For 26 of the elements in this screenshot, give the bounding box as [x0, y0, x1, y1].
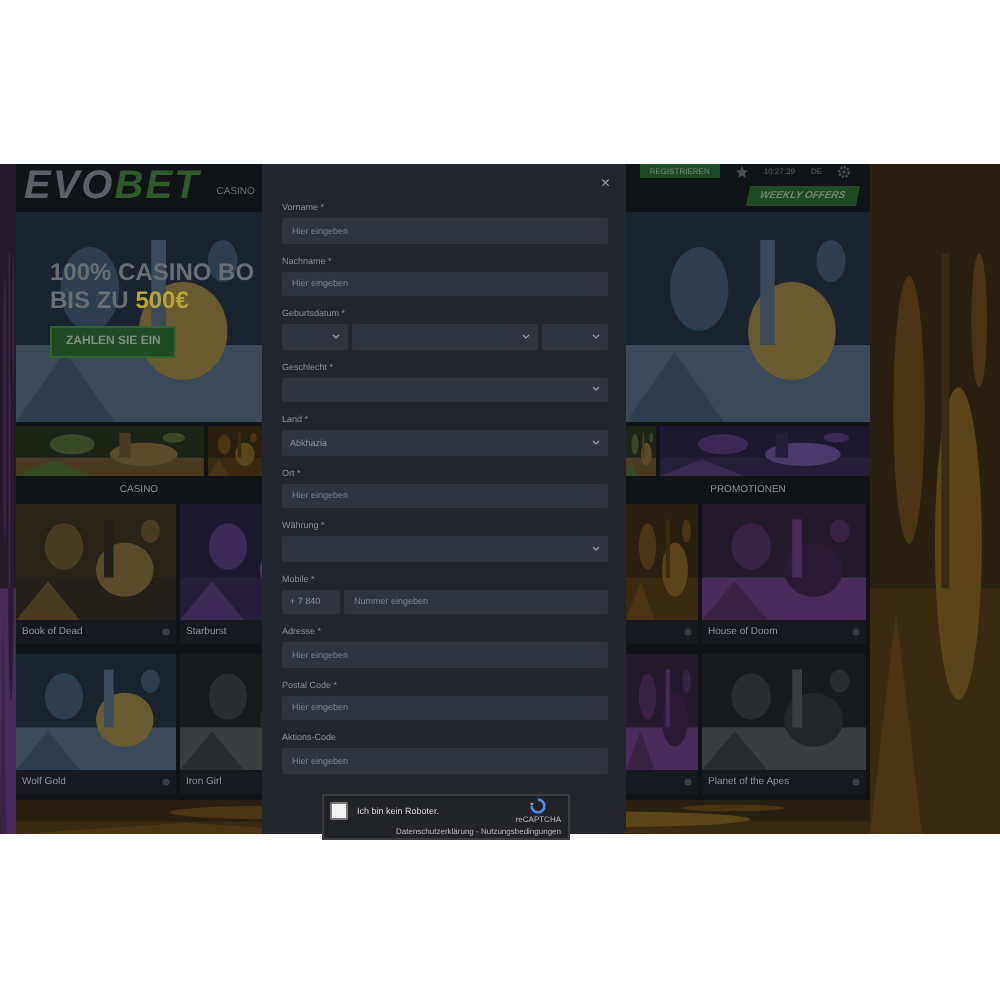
settings-icon[interactable]	[838, 165, 850, 177]
chevron-down-icon	[522, 333, 531, 340]
info-icon[interactable]	[852, 628, 860, 636]
info-icon[interactable]	[684, 778, 692, 786]
chevron-down-icon	[592, 333, 600, 340]
chevron-down-icon	[592, 545, 600, 552]
month-select[interactable]	[351, 324, 539, 349]
game-title-bar[interactable]	[626, 770, 698, 794]
star-icon[interactable]	[735, 165, 748, 177]
info-icon[interactable]	[852, 778, 860, 786]
banner-headline: 100% CASINO BO	[50, 260, 255, 286]
chevron-down-icon	[592, 386, 600, 393]
day-select[interactable]	[282, 324, 348, 349]
game-title-bar[interactable]	[626, 620, 698, 644]
banner-subline: BIS ZU 500€	[50, 288, 189, 314]
recaptcha-icon	[530, 797, 547, 813]
chevron-down-icon	[592, 439, 600, 446]
info-icon[interactable]	[162, 778, 170, 786]
info-icon[interactable]	[162, 628, 170, 636]
year-select[interactable]	[542, 324, 608, 349]
info-icon[interactable]	[684, 628, 692, 636]
select-field[interactable]	[282, 536, 608, 561]
chevron-down-icon	[331, 333, 340, 340]
captcha-checkbox[interactable]	[329, 801, 347, 820]
close-button[interactable]: ×	[600, 178, 610, 190]
select-field[interactable]	[282, 377, 608, 402]
